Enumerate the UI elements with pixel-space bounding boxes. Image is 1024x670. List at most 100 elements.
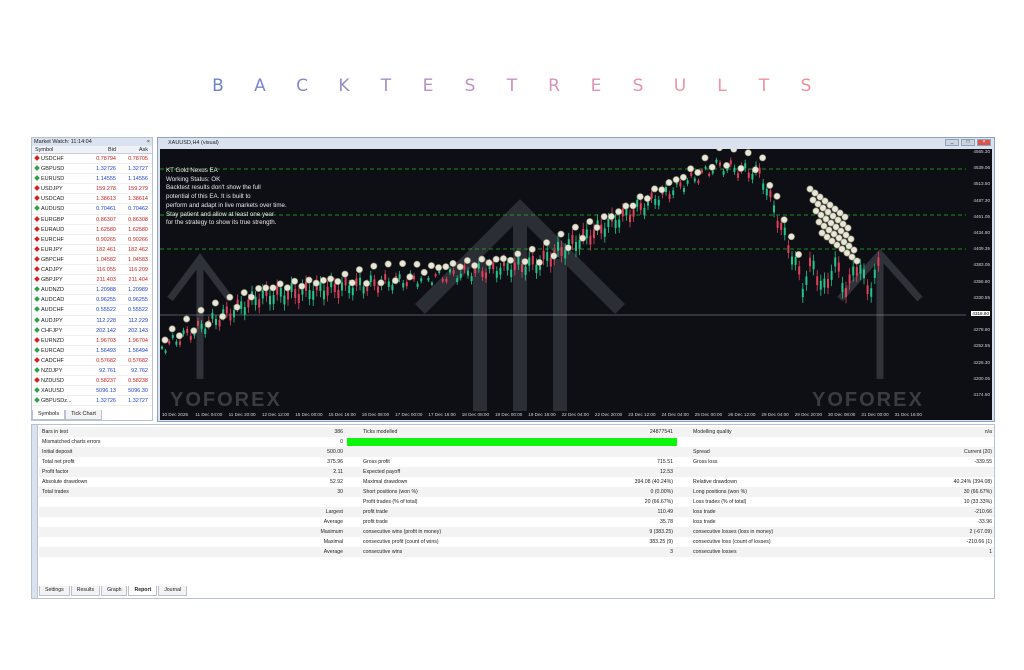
trade-marker-icon [291,277,299,285]
symbol-cell: USDCAD [32,194,82,203]
candle-body [531,255,534,265]
time-tick: 11 Dec 04:00 [195,412,223,417]
minimize-icon[interactable]: _ [945,139,959,146]
candle-body [632,209,635,217]
time-tick: 17 Dec 00:00 [395,412,423,417]
report-value: 30 [337,489,343,495]
chart-titlebar[interactable]: XAUUSD,H4 (visual) _ □ × [158,138,994,148]
trade-marker-icon [665,179,673,187]
overlay-line: for the strategy to show its true streng… [166,219,277,227]
tab-report[interactable]: Report [128,586,158,596]
bid-cell: 0.58237 [96,378,116,385]
candle-body [355,278,358,286]
trade-marker-icon [312,279,320,287]
trade-marker-icon [571,223,579,231]
report-value [499,447,677,457]
candle-body [686,180,689,184]
watermark-logo-right [837,248,923,379]
market-watch-row[interactable]: EURNZD 1.96703 1.96704 [32,336,152,346]
candle-body [870,288,873,297]
bid-cell: 0.96255 [96,297,116,304]
market-watch-row[interactable]: GBPUSDz... 1.32726 1.32727 [32,396,152,407]
market-watch-row[interactable]: AUDJPY 112.228 112.229 [32,316,152,326]
tab-results[interactable]: Results [70,586,101,596]
trade-marker-icon [384,260,392,268]
market-watch-row[interactable]: AUDNZD 1.20988 1.20989 [32,285,152,296]
candle-body [373,279,376,286]
tab-journal[interactable]: Journal [158,586,188,596]
market-watch-row[interactable]: GBPCHF 1.04582 1.04583 [32,255,152,266]
ask-cell: 92.762 [131,367,148,374]
price-chart[interactable]: KT Gold Nexus EA Working Status: OK Backte… [160,149,992,420]
bid-cell: 5096.13 [96,388,116,395]
report-label: consecutive profit (count of wins) [363,539,439,545]
market-watch-row[interactable]: CADJPY 116.055 116.209 [32,265,152,276]
tab-graph[interactable]: Graph [101,586,128,596]
candle-body [805,276,808,285]
tester-side-tab[interactable] [32,425,38,598]
market-watch-row[interactable]: NZDJPY 92.761 92.762 [32,366,152,377]
close-icon[interactable]: × [147,138,150,146]
trade-marker-icon [586,218,594,226]
trade-marker-icon [247,293,255,301]
market-watch-row[interactable]: XAUUSD 5096.13 5096.30 [32,386,152,397]
report-label: Mismatched charts errors [42,439,101,445]
candle-body [737,173,739,178]
report-label: Initial deposit [42,449,73,455]
column-bid[interactable]: Bid [82,146,116,153]
market-watch-row[interactable]: USDCHF 0.78794 0.78705 [32,154,152,165]
market-watch-row[interactable]: EURAUD 1.62580 1.62580 [32,225,152,235]
symbol-cell: EURJPY [32,245,82,254]
candle-body [463,265,466,270]
column-symbol[interactable]: Symbol [32,146,82,153]
price-tick: 4383.05 [973,262,990,268]
market-watch-row[interactable]: EURCHF 0.90265 0.90266 [32,235,152,245]
ask-cell: 0.78705 [128,156,148,162]
direction-icon [34,326,40,333]
trade-marker-icon [723,162,731,170]
report-value: 383.25 (9) [649,539,673,545]
market-watch-row[interactable]: CHFJPY 202.142 202.143 [32,326,152,336]
market-watch-row[interactable]: CADCHF 0.57682 0.57682 [32,356,152,366]
tab-settings[interactable]: Settings [39,586,70,596]
market-watch-row[interactable]: NZDUSD 0.58237 0.58238 [32,376,152,387]
price-tick: 4565.30 [973,149,990,154]
candle-body [200,323,203,329]
candle-body [186,328,189,333]
trade-marker-icon [847,235,855,243]
report-label: profit trade [363,519,388,525]
maximize-icon[interactable]: □ [961,139,975,146]
symbol-cell: AUDCAD [32,295,82,304]
market-watch-row[interactable]: USDCAD 1.38613 1.38614 [32,194,152,205]
market-watch-row[interactable]: AUDUSD 0.70461 0.70462 [32,204,152,215]
market-watch-row[interactable]: EURJPY 182.461 182.462 [32,245,152,255]
direction-icon [34,336,40,343]
tab-tick-chart[interactable]: Tick Chart [65,410,102,420]
market-watch-row[interactable]: AUDCAD 0.96255 0.96255 [32,295,152,306]
market-watch-row[interactable]: EURGBP 0.86307 0.86308 [32,215,152,225]
ask-cell: 1.38614 [128,196,148,203]
candle-body [337,289,340,299]
candle-body [600,224,603,234]
market-watch-row[interactable]: GBPUSD 1.32726 1.32727 [32,164,152,175]
market-watch-titlebar[interactable]: Market Watch: 11:14:04 × [32,138,152,146]
column-ask[interactable]: Ask [116,146,150,153]
report-label: Short positions (won %) [363,489,418,495]
candle-body [848,274,851,284]
candle-body [827,278,829,288]
market-watch-row[interactable]: USDJPY 159.278 159.279 [32,184,152,195]
market-watch-row[interactable]: AUDCHF 0.55522 0.55522 [32,305,152,316]
close-icon[interactable]: × [977,139,991,146]
trade-marker-icon [262,284,270,292]
market-watch-row[interactable]: EURCAD 1.56493 1.56494 [32,346,152,356]
tab-symbols[interactable]: Symbols [32,410,66,420]
candle-body [333,283,336,293]
report-value: 1 [989,549,992,555]
symbol-cell: EURCHF [32,235,82,244]
report-label: Relative drawdown [693,479,737,485]
market-watch-row[interactable]: EURUSD 1.14555 1.14556 [32,174,152,185]
trade-marker-icon [499,255,507,263]
time-tick: 24 Dec 04:00 [661,412,689,417]
market-watch-row[interactable]: GBPJPY 211.403 211.404 [32,275,152,286]
candle-body [863,269,865,279]
